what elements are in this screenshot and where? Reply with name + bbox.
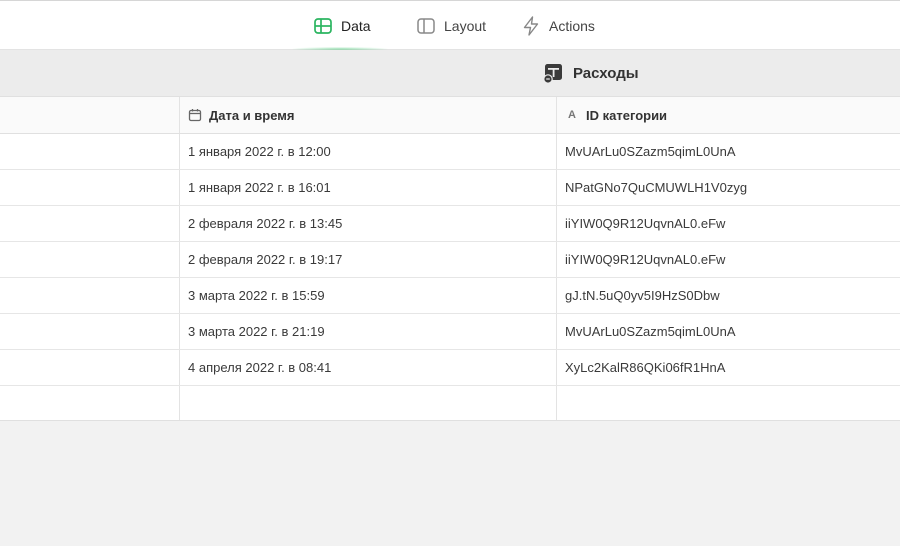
table-row[interactable]: 2 февраля 2022 г. в 19:17 iiYIW0Q9R12Uqv… — [0, 242, 900, 278]
cell-category-id[interactable]: NPatGNo7QuCMUWLH1V0zyg — [557, 170, 900, 205]
table-row[interactable]: 3 марта 2022 г. в 21:19 MvUArLu0SZazm5qi… — [0, 314, 900, 350]
cell-category-id[interactable]: MvUArLu0SZazm5qimL0UnA — [557, 314, 900, 349]
table-row[interactable]: 3 марта 2022 г. в 15:59 gJ.tN.5uQ0yv5I9H… — [0, 278, 900, 314]
layout-icon — [417, 17, 435, 34]
table-header-bar: Расходы — [0, 50, 900, 97]
tab-data-label: Data — [341, 17, 371, 34]
text-type-icon: A — [568, 109, 576, 121]
cell-category-id[interactable]: XyLc2KalR86QKi06fR1HnA — [557, 350, 900, 385]
cell-first[interactable] — [0, 350, 180, 385]
cell-datetime[interactable]: 1 января 2022 г. в 16:01 — [180, 170, 557, 205]
cell-datetime[interactable]: 3 марта 2022 г. в 21:19 — [180, 314, 557, 349]
cell-category-id[interactable]: iiYIW0Q9R12UqvnAL0.eFw — [557, 206, 900, 241]
column-header-first[interactable] — [0, 97, 180, 133]
table-row[interactable]: 1 января 2022 г. в 12:00 MvUArLu0SZazm5q… — [0, 134, 900, 170]
cell-first[interactable] — [0, 206, 180, 241]
table-row[interactable]: 4 апреля 2022 г. в 08:41 XyLc2KalR86QKi0… — [0, 350, 900, 386]
cell-first[interactable] — [0, 278, 180, 313]
column-header-category-id[interactable]: A ID категории — [557, 97, 900, 133]
cell-first[interactable] — [0, 134, 180, 169]
cell-category-id[interactable]: iiYIW0Q9R12UqvnAL0.eFw — [557, 242, 900, 277]
calendar-icon — [188, 109, 202, 122]
top-nav-bar: Data Layout Actions — [0, 0, 900, 51]
cell-datetime[interactable]: 2 февраля 2022 г. в 13:45 — [180, 206, 557, 241]
cell-datetime[interactable]: 1 января 2022 г. в 12:00 — [180, 134, 557, 169]
tab-data[interactable]: Data — [314, 1, 371, 50]
tab-actions-label: Actions — [549, 17, 595, 34]
cell-first[interactable] — [0, 242, 180, 277]
cell-datetime[interactable]: 3 марта 2022 г. в 15:59 — [180, 278, 557, 313]
column-header-category-id-label: ID категории — [586, 107, 668, 123]
cell-first[interactable] — [0, 314, 180, 349]
cell-datetime[interactable]: 4 апреля 2022 г. в 08:41 — [180, 350, 557, 385]
cell-category-id-empty[interactable] — [557, 386, 900, 420]
column-header-datetime[interactable]: Дата и время — [180, 97, 557, 133]
cell-datetime[interactable]: 2 февраля 2022 г. в 19:17 — [180, 242, 557, 277]
column-header-datetime-label: Дата и время — [209, 107, 295, 123]
table-row[interactable]: 2 февраля 2022 г. в 13:45 iiYIW0Q9R12Uqv… — [0, 206, 900, 242]
tab-actions[interactable]: Actions — [522, 1, 595, 50]
tab-layout-label: Layout — [444, 17, 487, 34]
cell-first-empty[interactable] — [0, 386, 180, 420]
table-title-label: Расходы — [573, 64, 639, 82]
data-grid: Дата и время A ID категории 1 января 202… — [0, 97, 900, 421]
bolt-icon — [523, 15, 539, 36]
cell-category-id[interactable]: gJ.tN.5uQ0yv5I9HzS0Dbw — [557, 278, 900, 313]
table-icon — [314, 17, 332, 34]
tab-layout[interactable]: Layout — [417, 1, 486, 50]
cell-category-id[interactable]: MvUArLu0SZazm5qimL0UnA — [557, 134, 900, 169]
table-title[interactable]: Расходы — [543, 62, 639, 84]
cell-datetime-empty[interactable] — [180, 386, 557, 420]
cell-first[interactable] — [0, 170, 180, 205]
new-row-placeholder[interactable] — [0, 386, 900, 420]
grid-header-row: Дата и время A ID категории — [0, 97, 900, 134]
table-row[interactable]: 1 января 2022 г. в 16:01 NPatGNo7QuCMUWL… — [0, 170, 900, 206]
table-settings-icon — [543, 64, 562, 84]
